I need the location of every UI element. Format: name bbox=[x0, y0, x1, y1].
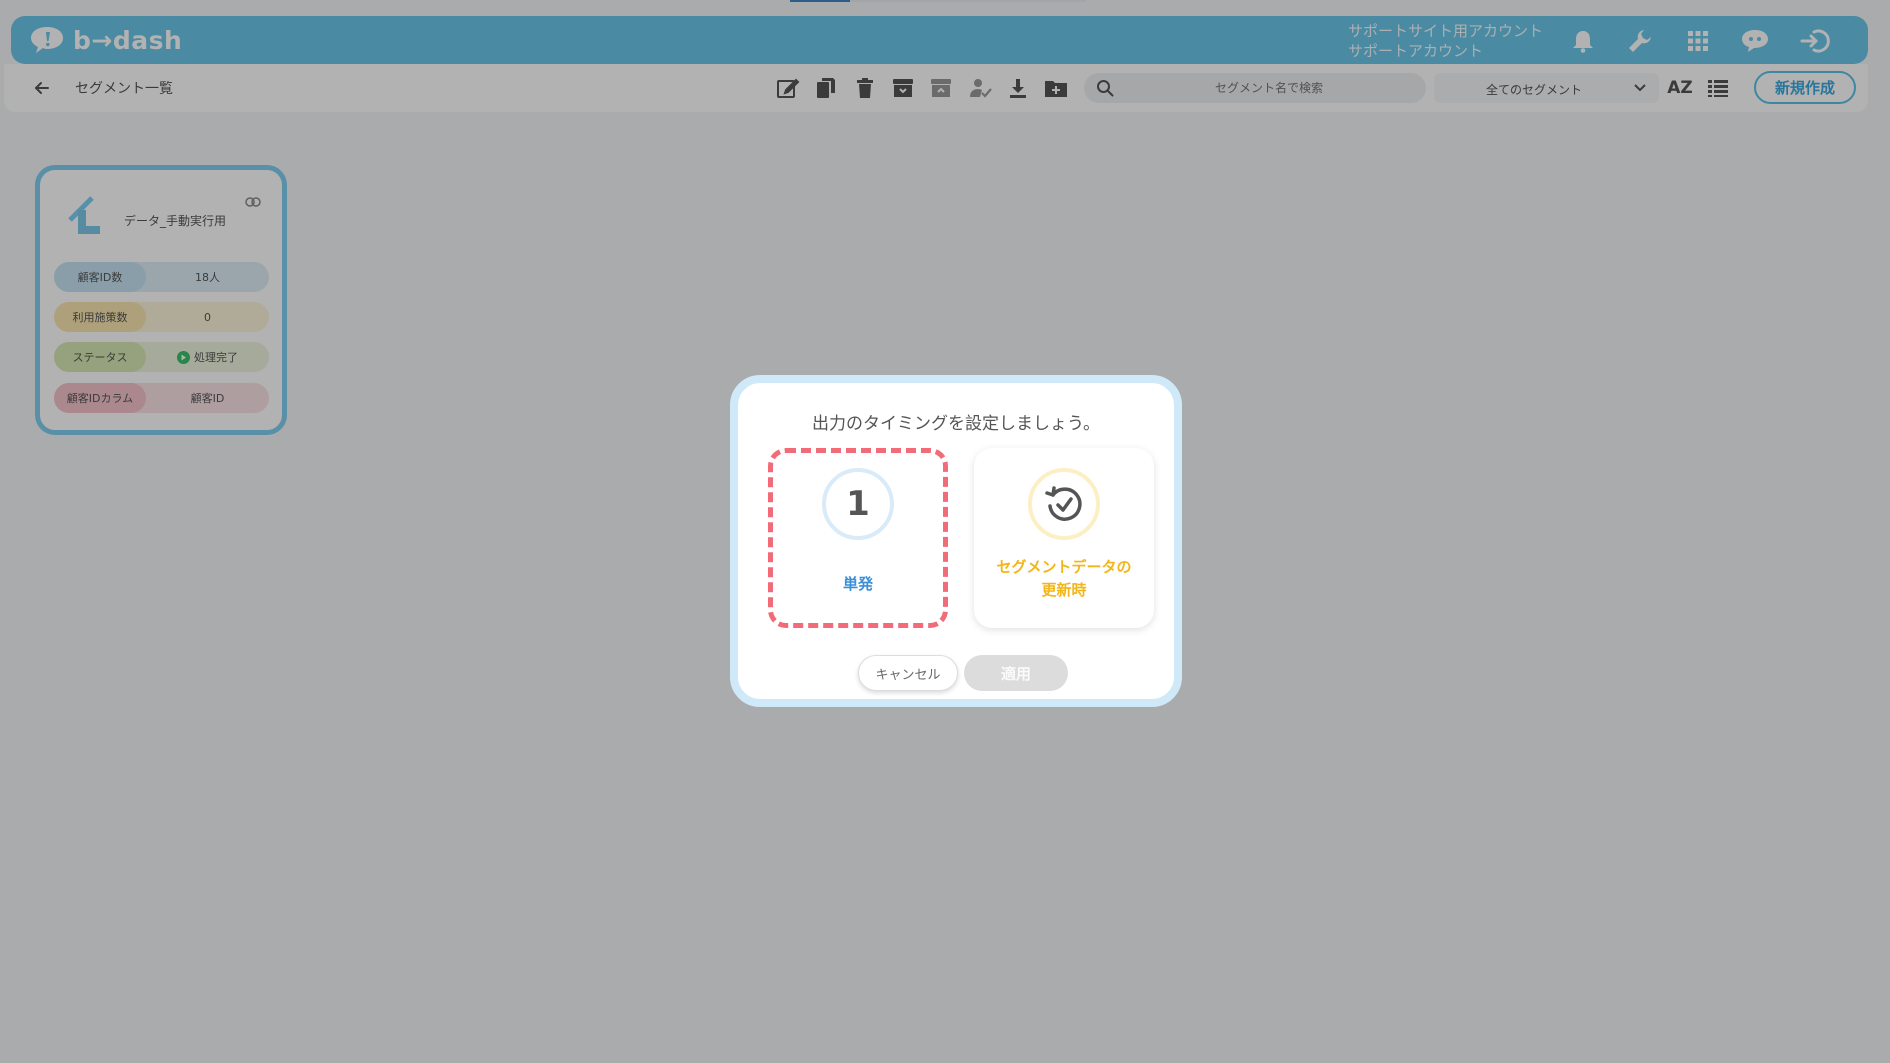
one-time-icon: 1 bbox=[822, 468, 894, 540]
dialog-title: 出力のタイミングを設定しましょう。 bbox=[812, 414, 1100, 434]
option-label-line2: 更新時 bbox=[1041, 581, 1087, 599]
option-on-data-update-label: セグメントデータの 更新時 bbox=[974, 556, 1154, 602]
option-one-time-label: 単発 bbox=[842, 575, 873, 593]
option-label-line1: セグメントデータの bbox=[996, 558, 1132, 576]
one-time-number: 1 bbox=[846, 484, 870, 524]
option-on-data-update[interactable]: セグメントデータの 更新時 bbox=[974, 448, 1154, 628]
refresh-clock-icon bbox=[1028, 468, 1100, 540]
apply-button[interactable]: 適用 bbox=[964, 655, 1068, 691]
cancel-button[interactable]: キャンセル bbox=[858, 655, 958, 691]
option-one-time[interactable]: 1 単発 bbox=[768, 448, 948, 628]
output-timing-dialog: 出力のタイミングを設定しましょう。 1 単発 セグメントデータの 更新時 キャン… bbox=[730, 375, 1182, 707]
